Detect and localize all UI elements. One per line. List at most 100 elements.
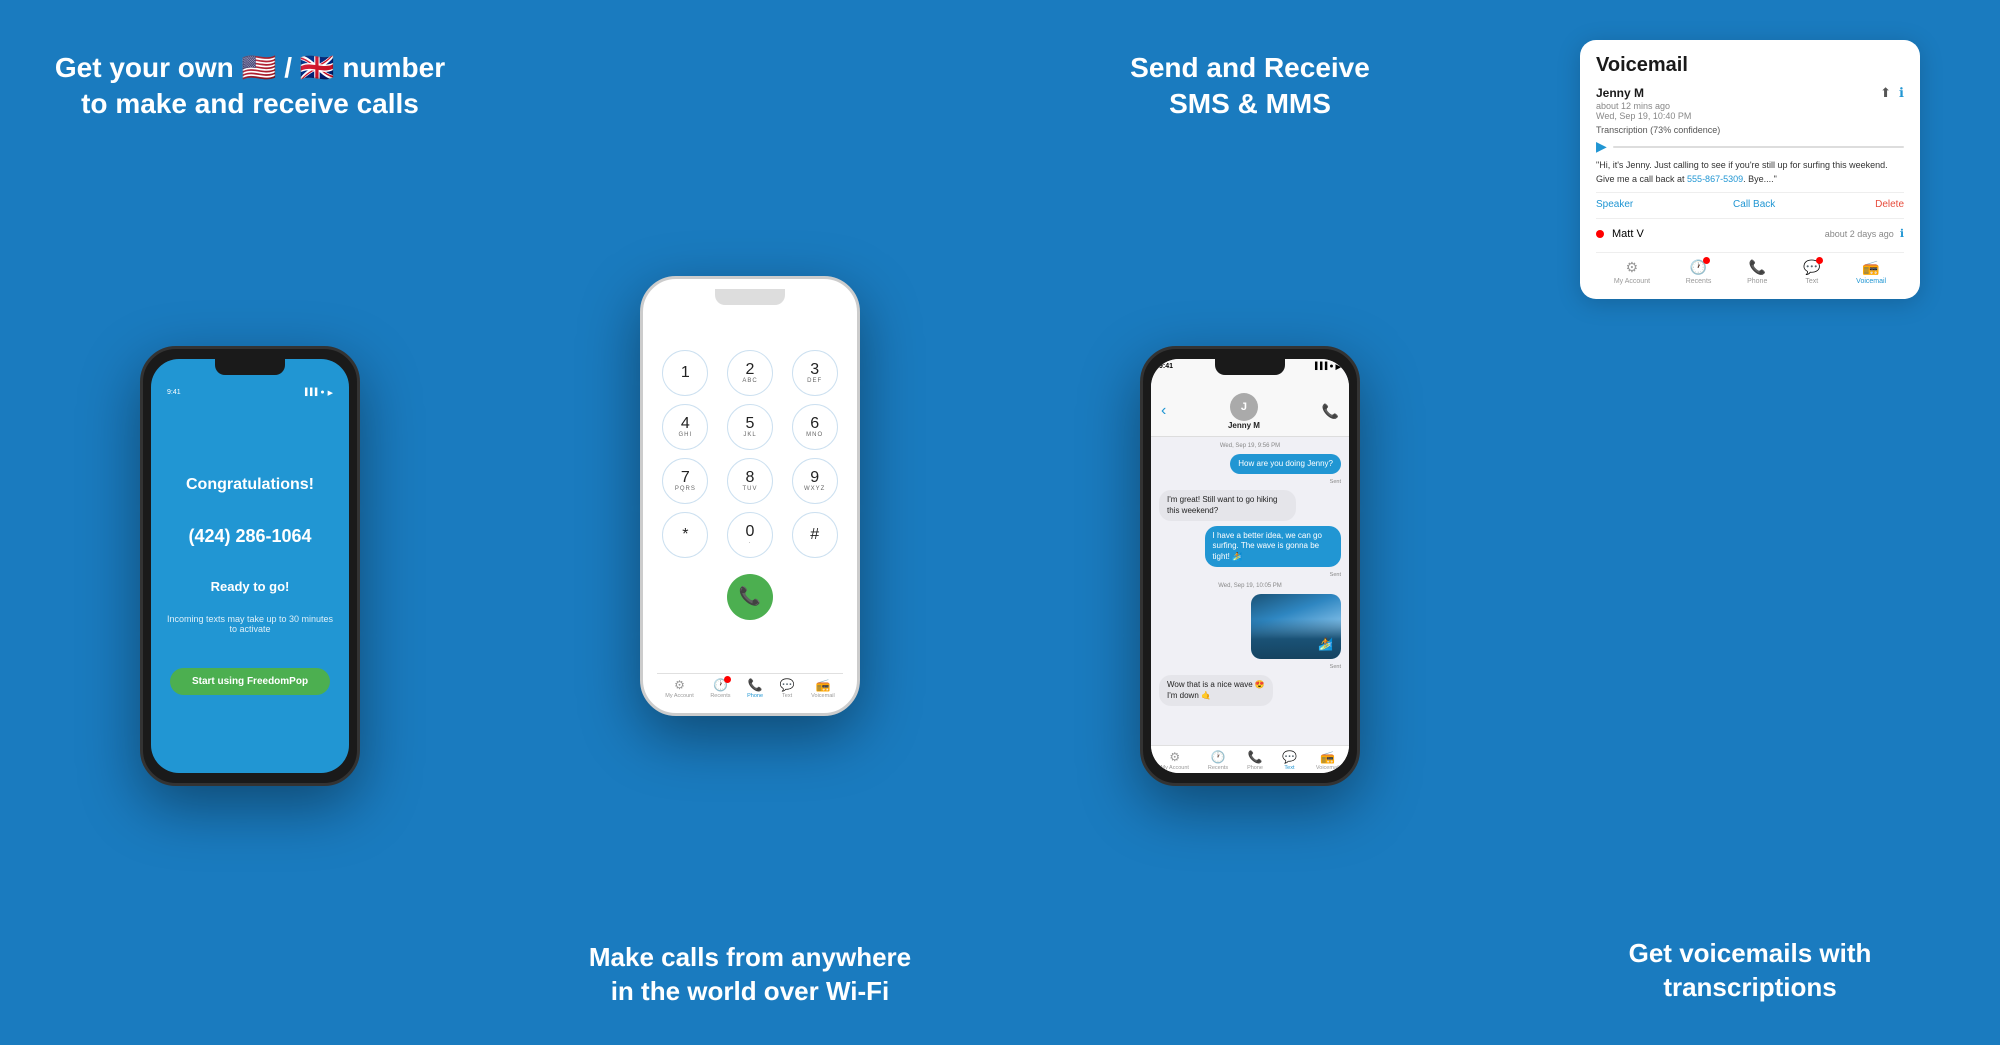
vm-caller2-name: Matt V [1612,228,1825,240]
msg-5: Wow that is a nice wave 😍 I'm down 🤙 [1159,675,1273,706]
phone-2: 12ABC3DEF4GHI5JKL6MNO7PQRS8TUV9WXYZ*0·# … [640,276,860,716]
panel-2: 12ABC3DEF4GHI5JKL6MNO7PQRS8TUV9WXYZ*0·# … [500,0,1000,1045]
msg-3-label: Sent [1330,572,1341,578]
sms-call-icon[interactable]: 📞 [1322,403,1339,420]
vm-caller2-time: about 2 days ago [1825,229,1894,239]
panel1-title: Get your own 🇺🇸 / 🇬🇧 number to make and … [55,50,445,123]
vm-speaker-button[interactable]: Speaker [1596,199,1633,210]
sms-tab-bar: ⚙My Account 🕐Recents 📞Phone 💬Text 📻Voicemail [1151,745,1349,773]
phone-1: 9:41 ▐▐▐●▶ Congratulations! (424) 286-10… [140,346,360,786]
sms-contact-info: J Jenny M [1228,393,1260,430]
vm-caller1-name: Jenny M [1596,86,1644,100]
dial-key-0[interactable]: 0· [727,512,773,558]
sms-back-button[interactable]: ‹ [1161,402,1166,420]
start-using-button[interactable]: Start using FreedomPop [170,668,330,695]
vm-phone-link[interactable]: 555-867-5309 [1687,174,1743,184]
dial-key-*[interactable]: * [662,512,708,558]
panel2-subtitle: Make calls from anywhere in the world ov… [589,941,911,1009]
vm-tab-text[interactable]: 💬Text [1803,259,1820,285]
tab-phone[interactable]: 📞Phone [1247,750,1263,771]
phone-3: 9:41 ▐▐▐●▶ ‹ J Jenny M 📞 Wed, S [1140,346,1360,786]
dial-key-4[interactable]: 4GHI [662,404,708,450]
panel-3: Send and Receive SMS & MMS 9:41 ▐▐▐●▶ ‹ … [1000,0,1500,1045]
sms-contact-name: Jenny M [1228,421,1260,430]
vm-share-icon[interactable]: ⬆ [1880,85,1891,101]
dial-key-5[interactable]: 5JKL [727,404,773,450]
dial-key-6[interactable]: 6MNO [792,404,838,450]
vm-tab-voicemail[interactable]: 📻Voicemail [1856,259,1886,285]
panel2-phone-wrap: 12ABC3DEF4GHI5JKL6MNO7PQRS8TUV9WXYZ*0·# … [520,50,980,941]
tab-voicemail[interactable]: 📻Voicemail [811,678,835,699]
panel-1: Get your own 🇺🇸 / 🇬🇧 number to make and … [0,0,500,1045]
vm-tab-recents[interactable]: 🕐Recents [1686,259,1712,285]
vm-progress-bar [1613,146,1904,148]
status-time-1: 9:41 [167,389,181,397]
vm-unread-dot [1596,230,1604,238]
dial-key-9[interactable]: 9WXYZ [792,458,838,504]
dial-key-8[interactable]: 8TUV [727,458,773,504]
screen-2: 12ABC3DEF4GHI5JKL6MNO7PQRS8TUV9WXYZ*0·# … [649,287,851,705]
vm-info-icon[interactable]: ℹ [1899,85,1904,101]
vm-transcript-label: Transcription (73% confidence) [1596,125,1904,135]
congrats-screen: 9:41 ▐▐▐●▶ Congratulations! (424) 286-10… [151,359,349,773]
screen-1: 9:41 ▐▐▐●▶ Congratulations! (424) 286-10… [151,359,349,773]
msg-4-label: Sent [1330,664,1341,670]
tab-recents[interactable]: 🕐Recents [1208,750,1228,771]
vm-callback-button[interactable]: Call Back [1733,199,1775,210]
sms-avatar: J [1230,393,1258,421]
dial-key-7[interactable]: 7PQRS [662,458,708,504]
vm-tab-badge [1816,257,1823,264]
dial-key-2[interactable]: 2ABC [727,350,773,396]
vm-card-title: Voicemail [1596,54,1904,77]
vm-tab-badge [1703,257,1710,264]
vm-transcript-text: "Hi, it's Jenny. Just calling to see if … [1596,159,1904,186]
tab-voicemail[interactable]: 📻Voicemail [1316,750,1340,771]
dial-key-#[interactable]: # [792,512,838,558]
sms-header: ‹ J Jenny M 📞 [1151,371,1349,437]
phone-notch-1 [215,359,285,375]
dialer-grid[interactable]: 1 2ABC 3DEF 4GHI 5JKL 6MNO 7PQRS 8TUV 9WXYZ * 0· # [657,350,843,558]
vm-tab-my-account[interactable]: ⚙My Account [1614,259,1650,285]
ready-text: Ready to go! [211,579,290,594]
msg-3: I have a better idea, we can go surfing.… [1205,526,1342,567]
vm-actions: Speaker Call Back Delete [1596,192,1904,210]
sms-messages: Wed, Sep 19, 9:56 PM How are you doing J… [1151,437,1349,745]
panel3-title: Send and Receive SMS & MMS [1130,50,1370,123]
msg-date-1: Wed, Sep 19, 9:56 PM [1159,443,1341,449]
screen-3: 9:41 ▐▐▐●▶ ‹ J Jenny M 📞 Wed, S [1151,359,1349,773]
tab-phone[interactable]: 📞Phone [747,678,763,699]
panel3-phone-wrap: 9:41 ▐▐▐●▶ ‹ J Jenny M 📞 Wed, S [1020,123,1480,1009]
vm-card-tabs: ⚙My Account 🕐Recents 📞Phone 💬Text 📻Voicemail [1596,252,1904,285]
vm-item-1: Jenny M ⬆ ℹ about 12 mins ago Wed, Sep 1… [1596,85,1904,219]
congrats-text: Congratulations! [186,476,314,494]
vm-item-2: Matt V about 2 days ago ℹ [1596,225,1904,242]
tab-my-account[interactable]: ⚙My Account [665,678,693,699]
vm-info-icon-2[interactable]: ℹ [1900,227,1904,240]
dial-key-3[interactable]: 3DEF [792,350,838,396]
phone-notch-2 [715,289,785,305]
vm-play-bar: ▶ [1596,138,1904,155]
assigned-number: (424) 286-1064 [188,526,311,547]
voicemail-card: Voicemail Jenny M ⬆ ℹ about 12 mins ago … [1580,40,1920,299]
tab-text[interactable]: 💬Text [780,678,795,699]
dial-call-button[interactable]: 📞 [727,574,773,620]
vm-caller1-date: Wed, Sep 19, 10:40 PM [1596,111,1904,121]
vm-play-button[interactable]: ▶ [1596,138,1607,155]
phone-notch-3 [1215,359,1285,375]
tab-badge [724,676,731,683]
vm-tab-phone[interactable]: 📞Phone [1747,259,1767,285]
tab-my-account[interactable]: ⚙My Account [1160,750,1188,771]
dialer-tab-bar: ⚙My Account 🕐Recents 📞Phone 💬Text 📻Voicemail [657,673,843,701]
vm-caller1-time: about 12 mins ago [1596,101,1904,111]
status-bar-1: 9:41 ▐▐▐●▶ [163,389,337,397]
incoming-note: Incoming texts may take up to 30 minutes… [167,614,333,634]
dial-key-1[interactable]: 1 [662,350,708,396]
panel4-subtitle: Get voicemails with transcriptions [1629,937,1872,1005]
msg-date-2: Wed, Sep 19, 10:05 PM [1159,583,1341,589]
msg-wave-image: 🏄 [1251,594,1341,659]
msg-1: How are you doing Jenny? [1230,454,1341,474]
panel-4: Voicemail Jenny M ⬆ ℹ about 12 mins ago … [1500,0,2000,1045]
tab-text[interactable]: 💬Text [1282,750,1297,771]
vm-delete-button[interactable]: Delete [1875,199,1904,210]
tab-recents[interactable]: 🕐Recents [710,678,730,699]
